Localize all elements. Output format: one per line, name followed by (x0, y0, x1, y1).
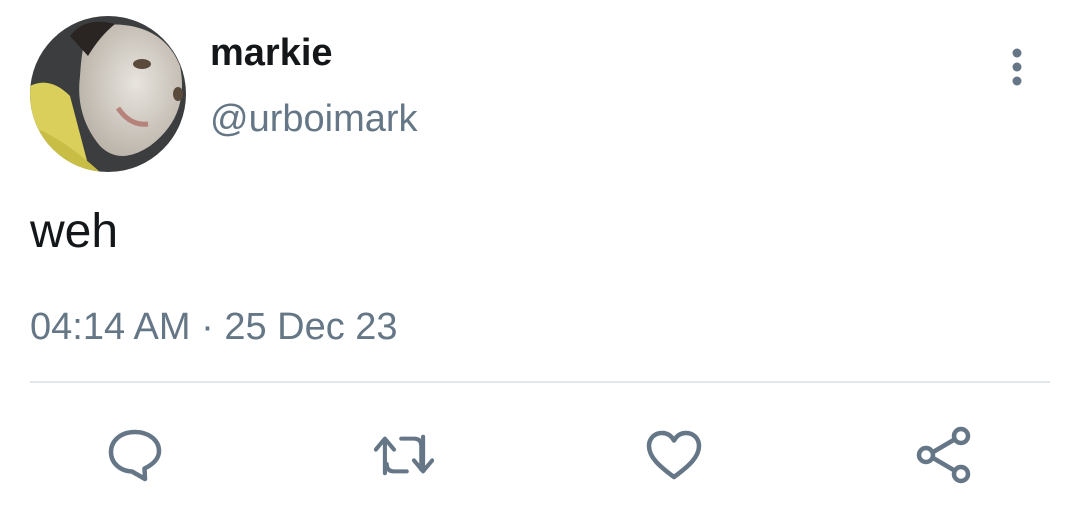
reply-button[interactable] (105, 425, 165, 485)
tweet-time: 04:14 AM (30, 306, 191, 348)
display-name[interactable]: markie (210, 30, 333, 76)
reply-icon (108, 429, 162, 482)
more-options-button[interactable] (1000, 44, 1034, 90)
share-icon (916, 426, 971, 484)
user-handle[interactable]: @urboimark (210, 96, 418, 142)
more-vertical-icon (1012, 48, 1022, 86)
divider (30, 381, 1050, 383)
retweet-icon (374, 434, 434, 476)
tweet-date: 25 Dec 23 (224, 306, 398, 348)
tweet-text: weh (30, 205, 119, 258)
avatar-image (30, 16, 186, 172)
heart-icon (646, 430, 702, 480)
share-button[interactable] (914, 425, 974, 485)
retweet-button[interactable] (374, 425, 434, 485)
timestamp: 04:14 AM · 25 Dec 23 (30, 304, 398, 350)
avatar[interactable] (30, 16, 186, 172)
like-button[interactable] (644, 425, 704, 485)
timestamp-separator: · (201, 306, 214, 348)
